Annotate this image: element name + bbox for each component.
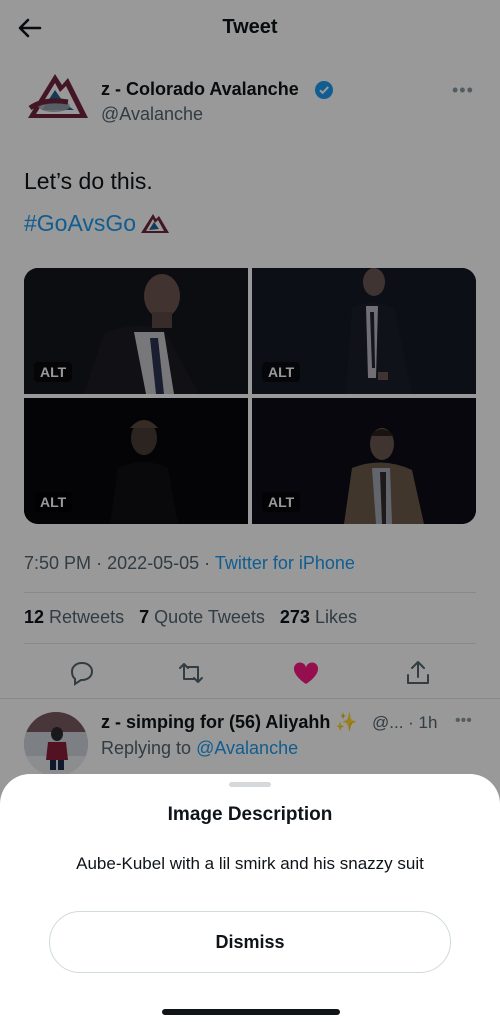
sheet-title: Image Description xyxy=(167,804,333,825)
home-indicator[interactable] xyxy=(162,1009,340,1015)
dismiss-button[interactable]: Dismiss xyxy=(49,911,451,973)
sheet-grabber[interactable] xyxy=(229,782,271,787)
image-description-text: Aube-Kubel with a lil smirk and his snaz… xyxy=(76,854,424,873)
image-description-sheet: Image Description Aube-Kubel with a lil … xyxy=(0,774,500,1024)
